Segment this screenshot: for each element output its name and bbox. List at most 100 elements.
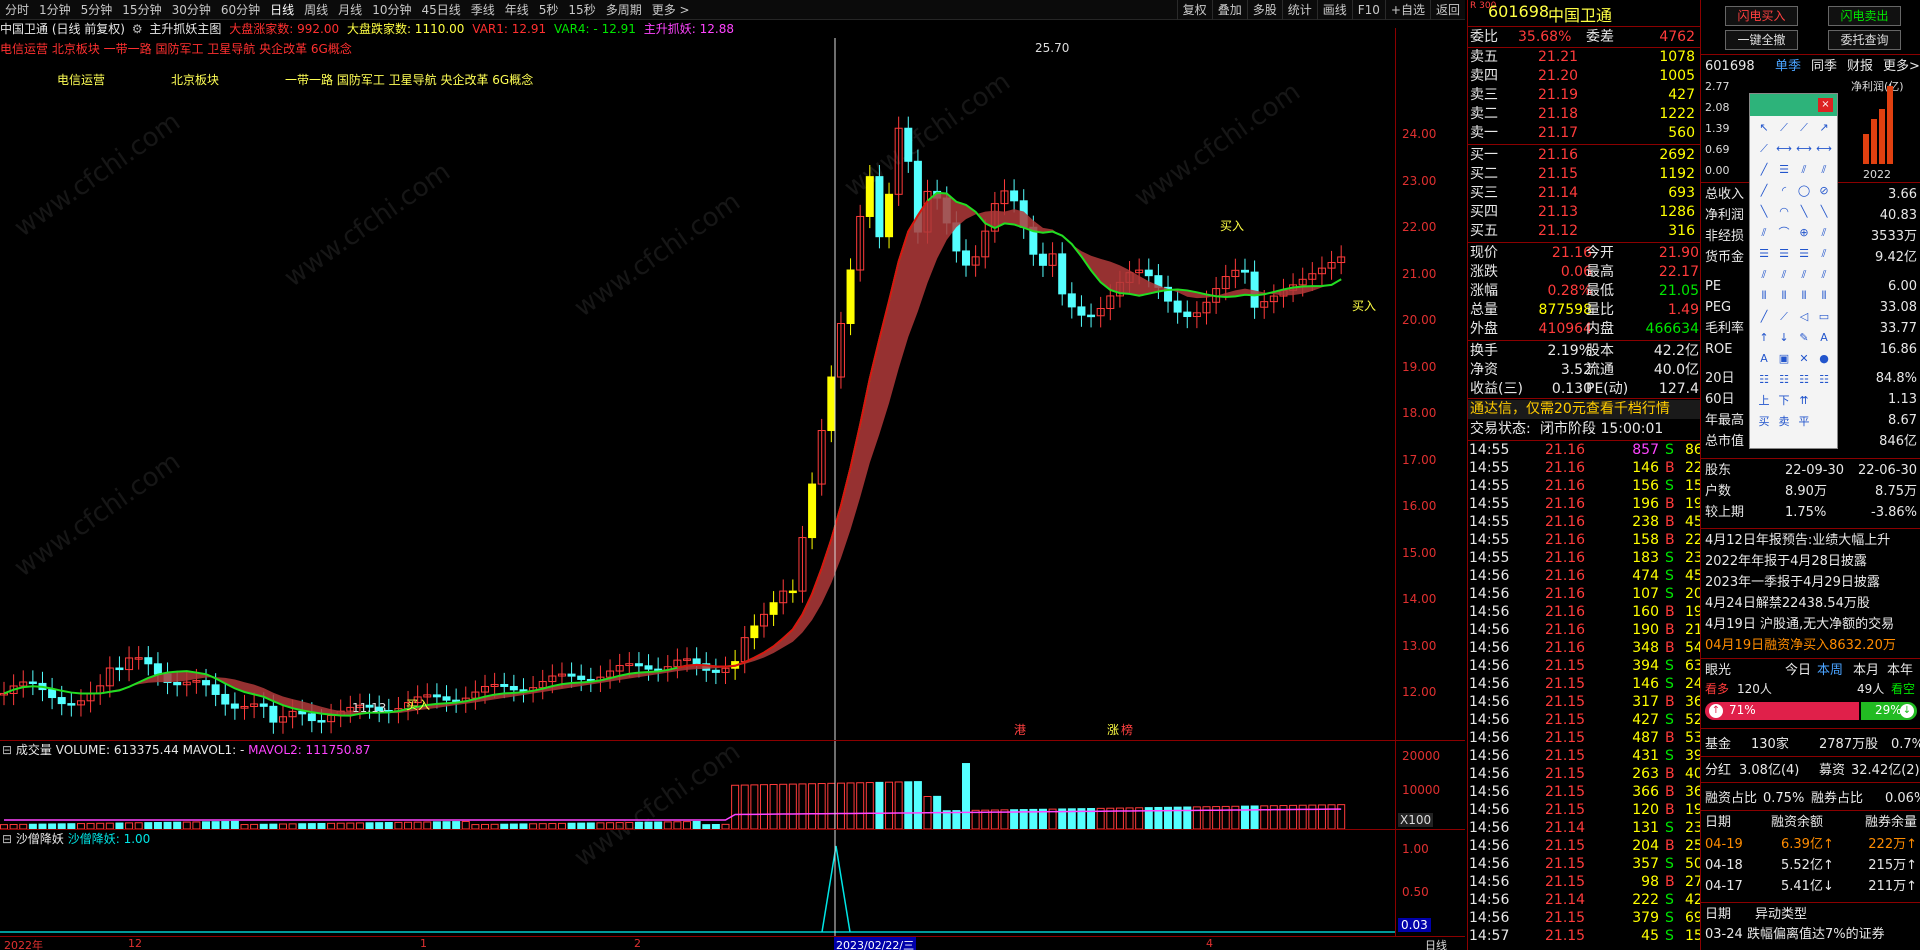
period-tab[interactable]: 60分钟 xyxy=(216,0,265,20)
drawing-tool-icon[interactable]: 平 xyxy=(1796,414,1812,430)
stat-row[interactable]: 净资 3.52 流通 40.0亿 xyxy=(1468,361,1701,380)
volume-chart[interactable] xyxy=(0,741,1395,829)
drawing-tool-icon[interactable]: ☰ xyxy=(1776,162,1792,178)
tab-more[interactable]: 更多> xyxy=(1883,58,1920,76)
period-tab[interactable]: 年线 xyxy=(500,0,534,20)
price-chart[interactable]: 25.7011.13 买入买入买入港涨榜 xyxy=(0,28,1465,740)
drawing-tool-icon[interactable]: ⫽ xyxy=(1796,267,1812,283)
drawing-tool-icon[interactable]: ⊘ xyxy=(1816,183,1832,199)
period-tab[interactable]: 5分钟 xyxy=(76,0,118,20)
drawing-tool-icon[interactable]: ╲ xyxy=(1816,204,1832,220)
ask-row[interactable]: 卖二 21.18 1222 xyxy=(1468,105,1701,124)
drawing-tool-icon[interactable]: ╱ xyxy=(1756,309,1772,325)
period-tab[interactable]: 周线 xyxy=(299,0,333,20)
drawing-tool-icon[interactable]: ⫽ xyxy=(1796,162,1812,178)
drawing-toolbox[interactable]: × ↖ ⟋ ⟋ ↗ ⟋ ⟷ ⟷ ⟷ ╱ ☰ ⫽ ⫽ ╱ ◜ ◯ ⊘ ╲ ◠ ╲ ╲ ⫽ ⌒ ⊕ ⫽ ☰ ☰ ☰ ⫽ ⫽ ⫽ ⫽ ⫽ ⦀ ⦀ ⦀ ⦀ ╱ ⟋… xyxy=(1749,93,1838,449)
tab-same-quarter[interactable]: 同季 xyxy=(1811,58,1837,76)
drawing-tool-icon[interactable]: ⫽ xyxy=(1776,267,1792,283)
drawing-tool-icon[interactable]: A xyxy=(1816,330,1832,346)
drawing-tool-icon[interactable]: ⟋ xyxy=(1796,120,1812,136)
news-item[interactable]: 2023年一季报于4月29日披露 xyxy=(1705,574,1920,592)
drawing-tool-icon[interactable]: ⫽ xyxy=(1816,225,1832,241)
stat-row[interactable]: 收益(三) 0.130 PE(动) 127.4 xyxy=(1468,380,1701,399)
drawing-tool-icon[interactable]: ☷ xyxy=(1776,372,1792,388)
period-tab[interactable]: 日线 xyxy=(265,0,299,20)
drawing-tool-icon[interactable]: ▣ xyxy=(1776,351,1792,367)
drawing-tool-icon[interactable]: ● xyxy=(1816,351,1832,367)
drawing-tool-icon[interactable]: ╲ xyxy=(1756,204,1772,220)
period-tab[interactable]: 季线 xyxy=(466,0,500,20)
tab-month[interactable]: 本月 xyxy=(1853,662,1879,680)
drawing-tool-icon[interactable]: ⟋ xyxy=(1756,141,1772,157)
drawing-tool-icon[interactable]: ↑ xyxy=(1756,330,1772,346)
toolbar-button[interactable]: 复权 xyxy=(1176,0,1212,20)
drawing-tool-icon[interactable]: ☰ xyxy=(1796,246,1812,262)
drawing-tool-icon[interactable]: 卖 xyxy=(1776,414,1792,430)
ask-row[interactable]: 卖一 21.17 560 xyxy=(1468,124,1701,143)
drawing-tool-icon[interactable]: ▭ xyxy=(1816,309,1832,325)
drawing-tool-icon[interactable]: ╲ xyxy=(1796,204,1812,220)
drawing-tool-icon[interactable]: ⦀ xyxy=(1816,288,1832,304)
drawing-tool-icon[interactable]: 下 xyxy=(1776,393,1792,409)
drawing-tool-icon[interactable]: ⟷ xyxy=(1776,141,1792,157)
period-tab[interactable]: 10分钟 xyxy=(367,0,416,20)
bid-row[interactable]: 买三 21.14 693 xyxy=(1468,184,1701,203)
stat-row[interactable]: 涨幅 0.28% 最低 21.05 xyxy=(1468,282,1701,301)
drawing-tool-icon[interactable]: ☷ xyxy=(1816,372,1832,388)
toolbar-button[interactable]: F10 xyxy=(1351,0,1385,20)
news-item[interactable]: 04月19日融资净买入8632.20万 xyxy=(1705,637,1920,655)
drawing-tool-icon[interactable]: ✎ xyxy=(1796,330,1812,346)
bid-row[interactable]: 买四 21.13 1286 xyxy=(1468,203,1701,222)
stat-row[interactable]: 总量 877598 量比 1.49 xyxy=(1468,301,1701,320)
tab-report[interactable]: 财报 xyxy=(1847,58,1873,76)
indicator-chart[interactable] xyxy=(0,830,1395,936)
tab-today[interactable]: 今日 xyxy=(1785,662,1811,680)
drawing-tool-icon[interactable]: A xyxy=(1756,351,1772,367)
tab-year[interactable]: 本年 xyxy=(1887,662,1913,680)
drawing-tool-icon[interactable]: ⫽ xyxy=(1756,225,1772,241)
ask-row[interactable]: 卖三 21.19 427 xyxy=(1468,86,1701,105)
drawing-tool-icon[interactable]: ⟷ xyxy=(1796,141,1812,157)
drawing-tool-icon[interactable]: ⟷ xyxy=(1816,141,1832,157)
toolbar-button[interactable]: 返回 xyxy=(1429,0,1465,20)
news-item[interactable]: 4月24日解禁22438.54万股 xyxy=(1705,595,1920,613)
period-tab[interactable]: 更多 > xyxy=(647,0,695,20)
stat-row[interactable]: 现价 21.16 今开 21.90 xyxy=(1468,244,1701,263)
period-tab[interactable]: 15秒 xyxy=(563,0,600,20)
drawing-tool-icon[interactable]: ☰ xyxy=(1776,246,1792,262)
drawing-tool-icon[interactable]: ☰ xyxy=(1756,246,1772,262)
drawing-tool-icon[interactable]: ◯ xyxy=(1796,183,1812,199)
drawing-tool-icon[interactable]: ⫽ xyxy=(1756,267,1772,283)
drawing-tool-icon[interactable]: ⦀ xyxy=(1776,288,1792,304)
drawing-tool-icon[interactable]: ⟋ xyxy=(1776,309,1792,325)
period-tab[interactable]: 分时 xyxy=(0,0,34,20)
drawing-tool-icon[interactable]: ↓ xyxy=(1776,330,1792,346)
period-tab[interactable]: 5秒 xyxy=(534,0,564,20)
drawing-tool-icon[interactable]: ⦀ xyxy=(1796,288,1812,304)
toolbar-button[interactable]: 统计 xyxy=(1281,0,1317,20)
stat-row[interactable]: 换手 2.19% 股本 42.2亿 xyxy=(1468,342,1701,361)
drawing-tool-icon[interactable]: ⫽ xyxy=(1816,267,1832,283)
drawing-tool-icon[interactable]: ↗ xyxy=(1816,120,1832,136)
drawing-tool-icon[interactable]: ◜ xyxy=(1776,183,1792,199)
period-tab[interactable]: 1分钟 xyxy=(34,0,76,20)
drawing-tool-icon[interactable]: ☷ xyxy=(1756,372,1772,388)
drawing-tool-icon[interactable]: ◠ xyxy=(1776,204,1792,220)
close-icon[interactable]: × xyxy=(1818,98,1833,112)
ask-row[interactable]: 卖五 21.21 1078 xyxy=(1468,48,1701,67)
drawing-tool-icon[interactable]: ✕ xyxy=(1796,351,1812,367)
period-tab[interactable]: 45日线 xyxy=(416,0,465,20)
toolbar-button[interactable]: +自选 xyxy=(1384,0,1430,20)
stat-row[interactable]: 外盘 410964 内盘 466634 xyxy=(1468,320,1701,339)
news-item[interactable]: 4月12日年报预告:业绩大幅上升 xyxy=(1705,532,1920,550)
bid-row[interactable]: 买一 21.16 2692 xyxy=(1468,146,1701,165)
period-tab[interactable]: 月线 xyxy=(333,0,367,20)
drawing-tool-icon[interactable]: ⦀ xyxy=(1756,288,1772,304)
drawing-tool-icon[interactable]: 买 xyxy=(1756,414,1772,430)
drawing-tool-icon[interactable]: ╱ xyxy=(1756,162,1772,178)
cancel-all-button[interactable]: 一键全撤 xyxy=(1725,30,1798,50)
drawing-tool-icon[interactable]: ⇈ xyxy=(1796,393,1812,409)
promo-banner[interactable]: 通达信，仅需20元查看千档行情 xyxy=(1468,400,1701,419)
news-item[interactable]: 4月19日 沪股通,无大净额的交易 xyxy=(1705,616,1920,634)
tab-week[interactable]: 本周 xyxy=(1817,662,1843,680)
